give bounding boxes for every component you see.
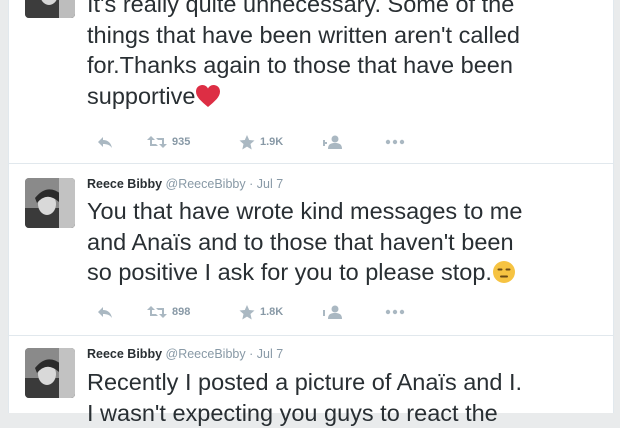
- retweet-button[interactable]: 898: [147, 302, 190, 322]
- retweet-icon: [147, 305, 167, 319]
- red-heart-icon: [195, 84, 221, 116]
- tweet-text-line: Recently I posted a picture of Anaïs and…: [87, 367, 607, 398]
- tweet-text: You that have wrote kind messages to me …: [87, 196, 607, 292]
- tweet[interactable]: It's really quite unnecessary. Some of t…: [9, 0, 613, 164]
- tweet-text-line: and Anaïs and to those that haven't been: [87, 227, 607, 258]
- username[interactable]: @ReeceBibby: [166, 177, 246, 191]
- reply-icon: [97, 135, 113, 149]
- add-user-icon: [323, 135, 343, 149]
- star-icon: [239, 305, 255, 320]
- more-button[interactable]: [385, 132, 405, 152]
- tweet-actions: 935 1.9K: [87, 132, 487, 152]
- add-user-icon: [323, 305, 343, 319]
- avatar[interactable]: [25, 178, 75, 228]
- tweet[interactable]: Reece Bibby @ReeceBibby · Jul 7 You that…: [9, 164, 613, 336]
- tweet-text-line: so positive I ask for you to please stop…: [87, 259, 492, 285]
- retweet-count: 935: [172, 132, 190, 152]
- tweet-text: It's really quite unnecessary. Some of t…: [87, 0, 607, 115]
- favorite-count: 1.9K: [260, 132, 283, 152]
- tweet-text-line: for.Thanks again to those that have been: [87, 50, 607, 81]
- display-name[interactable]: Reece Bibby: [87, 347, 162, 361]
- star-icon: [239, 135, 255, 150]
- tweet-text-line: It's really quite unnecessary. Some of t…: [87, 0, 607, 20]
- favorite-button[interactable]: 1.9K: [239, 132, 283, 152]
- follow-button[interactable]: [323, 302, 343, 322]
- reply-button[interactable]: [97, 302, 113, 322]
- reply-icon: [97, 305, 113, 319]
- more-button[interactable]: [385, 302, 405, 322]
- avatar[interactable]: [25, 348, 75, 398]
- time-separator: ·: [249, 177, 253, 191]
- expressionless-face-icon: [492, 260, 516, 292]
- reply-button[interactable]: [97, 132, 113, 152]
- follow-button[interactable]: [323, 132, 343, 152]
- tweet-text-line: supportive: [87, 83, 195, 109]
- retweet-button[interactable]: 935: [147, 132, 190, 152]
- favorite-button[interactable]: 1.8K: [239, 302, 283, 322]
- tweet-text-line: things that have been written aren't cal…: [87, 20, 607, 51]
- tweet-header: Reece Bibby @ReeceBibby · Jul 7: [87, 345, 283, 363]
- avatar[interactable]: [25, 0, 75, 18]
- timestamp[interactable]: Jul 7: [257, 177, 283, 191]
- timestamp[interactable]: Jul 7: [257, 347, 283, 361]
- favorite-count: 1.8K: [260, 302, 283, 322]
- timeline: It's really quite unnecessary. Some of t…: [8, 0, 614, 413]
- more-icon: [385, 309, 405, 315]
- time-separator: ·: [249, 347, 253, 361]
- more-icon: [385, 139, 405, 145]
- tweet-actions: 898 1.8K: [87, 302, 487, 322]
- tweet-header: Reece Bibby @ReeceBibby · Jul 7: [87, 175, 283, 193]
- retweet-count: 898: [172, 302, 190, 322]
- username[interactable]: @ReeceBibby: [166, 347, 246, 361]
- tweet-text: Recently I posted a picture of Anaïs and…: [87, 367, 607, 428]
- retweet-icon: [147, 135, 167, 149]
- tweet-text-line: You that have wrote kind messages to me: [87, 196, 607, 227]
- display-name[interactable]: Reece Bibby: [87, 177, 162, 191]
- tweet[interactable]: Reece Bibby @ReeceBibby · Jul 7 Recently…: [9, 336, 613, 413]
